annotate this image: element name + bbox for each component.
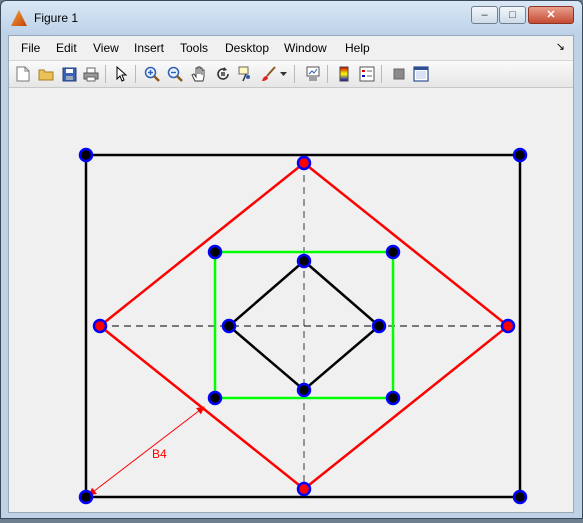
vertex-marker[interactable] bbox=[92, 318, 108, 334]
link-plot-icon[interactable] bbox=[304, 65, 322, 83]
vertex-marker[interactable] bbox=[296, 382, 312, 398]
close-button[interactable]: ✕ bbox=[528, 6, 574, 24]
figure-toolbar bbox=[9, 60, 573, 88]
outer-square-vertices bbox=[78, 147, 528, 505]
plot-canvas[interactable]: B4 bbox=[9, 88, 573, 512]
menu-file[interactable]: File bbox=[21, 41, 40, 55]
menu-window[interactable]: Window bbox=[284, 41, 327, 55]
vertex-marker[interactable] bbox=[221, 318, 237, 334]
vertex-marker[interactable] bbox=[385, 244, 401, 260]
zoom-out-icon[interactable] bbox=[166, 65, 184, 83]
figure-client-area: File Edit View Insert Tools Desktop Wind… bbox=[8, 35, 574, 513]
figure-window: Figure 1 – □ ✕ File Edit View Insert Too… bbox=[0, 0, 583, 519]
menu-bar: File Edit View Insert Tools Desktop Wind… bbox=[9, 36, 573, 60]
b4-distance-arrow bbox=[88, 406, 205, 496]
print-icon[interactable] bbox=[82, 65, 100, 83]
b4-label: B4 bbox=[152, 447, 167, 461]
edit-plot-arrow-icon[interactable] bbox=[112, 65, 130, 83]
toolbar-separator bbox=[327, 65, 328, 83]
vertex-marker[interactable] bbox=[371, 318, 387, 334]
show-plot-tools-icon[interactable] bbox=[412, 65, 430, 83]
zoom-in-icon[interactable] bbox=[143, 65, 161, 83]
vertex-marker[interactable] bbox=[296, 155, 312, 171]
colorbar-icon[interactable] bbox=[335, 65, 353, 83]
save-icon[interactable] bbox=[60, 65, 78, 83]
vertex-marker[interactable] bbox=[512, 147, 528, 163]
data-cursor-icon[interactable] bbox=[237, 65, 255, 83]
pan-hand-icon[interactable] bbox=[190, 65, 208, 83]
matlab-app-icon bbox=[11, 10, 27, 26]
vertex-marker[interactable] bbox=[78, 147, 94, 163]
brush-icon[interactable] bbox=[260, 65, 278, 83]
vertex-marker[interactable] bbox=[78, 489, 94, 505]
menu-edit[interactable]: Edit bbox=[56, 41, 77, 55]
menu-tools[interactable]: Tools bbox=[180, 41, 208, 55]
vertex-marker[interactable] bbox=[207, 390, 223, 406]
open-file-icon[interactable] bbox=[37, 65, 55, 83]
vertex-marker[interactable] bbox=[207, 244, 223, 260]
window-title: Figure 1 bbox=[34, 11, 79, 25]
vertex-marker[interactable] bbox=[385, 390, 401, 406]
new-figure-icon[interactable] bbox=[14, 65, 32, 83]
vertex-marker[interactable] bbox=[500, 318, 516, 334]
maximize-button[interactable]: □ bbox=[499, 6, 526, 24]
dock-arrow-icon[interactable]: ↘ bbox=[556, 40, 565, 53]
toolbar-separator bbox=[294, 65, 295, 83]
vertex-marker[interactable] bbox=[296, 253, 312, 269]
minimize-button[interactable]: – bbox=[471, 6, 498, 24]
menu-view[interactable]: View bbox=[93, 41, 119, 55]
legend-icon[interactable] bbox=[358, 65, 376, 83]
toolbar-separator bbox=[135, 65, 136, 83]
title-bar[interactable]: Figure 1 – □ ✕ bbox=[1, 1, 582, 35]
menu-insert[interactable]: Insert bbox=[134, 41, 164, 55]
toolbar-separator bbox=[105, 65, 106, 83]
rotate-3d-icon[interactable] bbox=[214, 65, 232, 83]
menu-desktop[interactable]: Desktop bbox=[225, 41, 269, 55]
vertex-marker[interactable] bbox=[512, 489, 528, 505]
hide-plot-tools-icon[interactable] bbox=[390, 65, 408, 83]
vertex-marker[interactable] bbox=[296, 481, 312, 497]
menu-help[interactable]: Help bbox=[345, 41, 370, 55]
brush-dropdown-icon[interactable] bbox=[279, 65, 289, 83]
toolbar-separator bbox=[381, 65, 382, 83]
figure-svg: B4 bbox=[78, 147, 528, 505]
